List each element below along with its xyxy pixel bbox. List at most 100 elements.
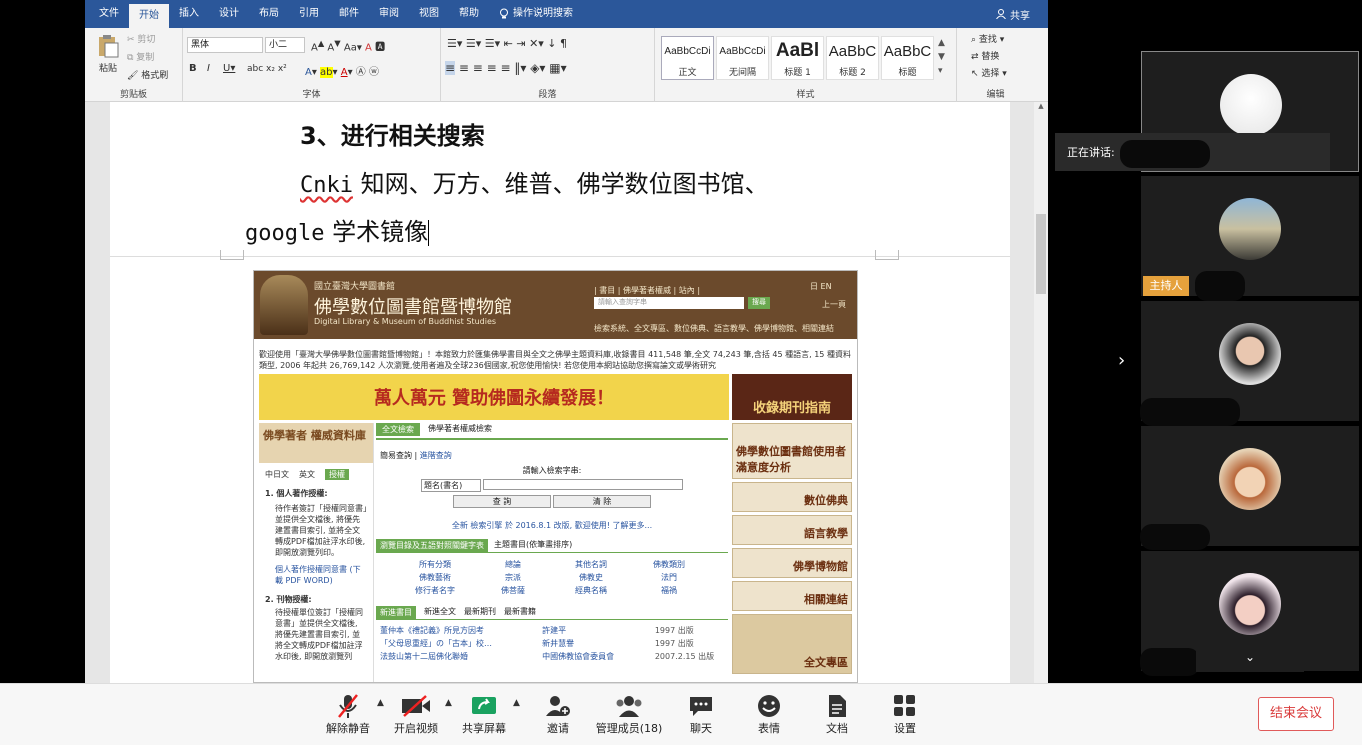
tab-insert[interactable]: 插入: [169, 0, 209, 28]
site-prev[interactable]: 上一頁: [822, 299, 846, 310]
site-top-links[interactable]: | 書目 | 佛學著者權威 | 站內 |: [594, 285, 700, 296]
style-normal[interactable]: AaBbCcDi 正文: [661, 36, 714, 80]
mid-tab-newbook[interactable]: 最新書籍: [504, 606, 536, 619]
table-row[interactable]: 「父母恩重經」の「古本」校… 新井慧譽 1997 出版: [380, 637, 724, 650]
right-box-museum[interactable]: 佛學博物館: [732, 548, 852, 578]
list-buttons[interactable]: ☰▾ ☰▾ ☰▾ ⇤ ⇥ ✕▾ ↓ ¶: [447, 37, 567, 50]
tab-help[interactable]: 帮助: [449, 0, 489, 28]
tab-view[interactable]: 视图: [409, 0, 449, 28]
font-name-select[interactable]: 黑体: [187, 37, 263, 53]
category-link[interactable]: 總論: [474, 559, 552, 570]
mid-field-select[interactable]: 題名(書名): [421, 479, 481, 492]
site-lang[interactable]: 日 EN: [810, 281, 832, 292]
category-link[interactable]: 所有分類: [396, 559, 474, 570]
style-title[interactable]: AaBbC 标题: [881, 36, 934, 80]
end-meeting-button[interactable]: 结束会议: [1258, 697, 1334, 731]
mid-tab-newfull[interactable]: 新進全文: [424, 606, 456, 619]
collapse-panel-button[interactable]: ›: [1118, 350, 1125, 371]
text-effects-button[interactable]: A▾ ab▾ A▾ Ⓐ ⓦ: [305, 63, 379, 78]
category-link[interactable]: 宗派: [474, 572, 552, 583]
styles-scroll[interactable]: ▲ ▼ ▾: [938, 36, 945, 78]
lang-en[interactable]: EN: [821, 282, 832, 291]
style-heading2[interactable]: AaBbC 标题 2: [826, 36, 879, 80]
replace-button[interactable]: ⇄ 替换: [971, 49, 999, 62]
mid-query-input[interactable]: [483, 479, 683, 490]
share-options-caret[interactable]: ▲: [513, 698, 520, 708]
mid-tab-subject[interactable]: 主題書目(依筆畫排序): [494, 539, 572, 552]
align-buttons[interactable]: ≡ ≡ ≡ ≡ ≡ ‖▾ ◈▾ ▦▾: [445, 61, 567, 75]
style-no-spacing[interactable]: AaBbCcDi 无间隔: [716, 36, 769, 80]
invite-button[interactable]: 邀请: [523, 692, 593, 736]
category-link[interactable]: 其他名詞: [552, 559, 630, 570]
italic-button[interactable]: I: [207, 63, 210, 74]
category-link[interactable]: 修行者名字: [396, 585, 474, 596]
tab-mailings[interactable]: 邮件: [329, 0, 369, 28]
lang-jp[interactable]: 日: [810, 282, 818, 291]
tab-home[interactable]: 开始: [129, 4, 169, 28]
unmute-button[interactable]: 解除静音: [313, 692, 383, 736]
find-button[interactable]: ⌕ 查找 ▾: [971, 32, 1004, 45]
mid-tab-browse[interactable]: 瀏覽目錄及五語對照關鍵字表: [376, 539, 488, 552]
cut-button[interactable]: ✂ 剪切: [127, 32, 155, 45]
tab-review[interactable]: 审阅: [369, 0, 409, 28]
scroll-up-arrow-icon[interactable]: ▲: [1034, 102, 1048, 110]
site-search-button[interactable]: 搜尋: [748, 297, 770, 309]
right-box-links[interactable]: 相關連結: [732, 581, 852, 611]
site-banner-right[interactable]: 收錄期刊指南: [732, 374, 852, 420]
site-nav[interactable]: 檢索系統、全文專區、數位佛典、語言教學、佛學博物館、相關連結: [594, 323, 834, 334]
scrollbar-thumb[interactable]: [1036, 214, 1046, 294]
right-box-fulltext[interactable]: 全文專區: [732, 614, 852, 674]
reactions-button[interactable]: 表情: [734, 692, 804, 736]
manage-participants-button[interactable]: 管理成员(18): [588, 692, 670, 736]
tab-design[interactable]: 设计: [209, 0, 249, 28]
style-heading1[interactable]: AaBl 标题 1: [771, 36, 824, 80]
category-link[interactable]: 福禍: [630, 585, 708, 596]
strikethrough-button[interactable]: abc x₂ x²: [247, 64, 287, 74]
bold-button[interactable]: B: [189, 63, 197, 74]
left-link[interactable]: 個人著作授權同意書 (下載 PDF WORD): [259, 558, 373, 586]
mid-new-engine[interactable]: 全新 檢索引擎 於 2016.8.1 改版, 歡迎使用! 了解更多...: [376, 508, 728, 531]
mid-simple[interactable]: 簡易查詢: [380, 451, 412, 460]
category-link[interactable]: 佛菩薩: [474, 585, 552, 596]
mid-clear-button[interactable]: 清 除: [553, 495, 651, 508]
select-button[interactable]: ↖ 选择 ▾: [971, 66, 1007, 79]
embedded-website-image[interactable]: 國立臺灣大學圖書館 佛學數位圖書館暨博物館 Digital Library & …: [253, 270, 858, 683]
document-button[interactable]: 文档: [802, 692, 872, 736]
settings-button[interactable]: 设置: [870, 692, 940, 736]
underline-button[interactable]: U▾: [223, 63, 235, 74]
tell-me-search[interactable]: 操作说明搜索: [489, 0, 583, 28]
format-painter-button[interactable]: 🖌 格式刷: [127, 68, 168, 81]
mid-search-button[interactable]: 查 詢: [453, 495, 551, 508]
left-tab-cjk[interactable]: 中日文: [265, 469, 289, 480]
chat-button[interactable]: 聊天: [666, 692, 736, 736]
table-row[interactable]: 董仲本《禮記義》所見方因考 許建平 1997 出版: [380, 624, 724, 637]
category-link[interactable]: 法門: [630, 572, 708, 583]
share-screen-button[interactable]: 共享屏幕: [449, 692, 519, 736]
mid-advanced[interactable]: 進階查詢: [420, 451, 452, 460]
tab-file[interactable]: 文件: [89, 0, 129, 28]
mid-tab-fulltext[interactable]: 全文檢索: [376, 423, 420, 436]
scroll-down-button[interactable]: ⌄: [1196, 642, 1304, 672]
right-box-canon[interactable]: 數位佛典: [732, 482, 852, 512]
vertical-scrollbar[interactable]: ▲: [1034, 102, 1048, 683]
mid-tab-author[interactable]: 佛學著者權威檢索: [428, 423, 492, 436]
mid-tab-newbib[interactable]: 新進書目: [376, 606, 416, 619]
right-box-survey[interactable]: 佛學數位圖書館使用者滿意度分析: [732, 423, 852, 479]
category-link[interactable]: 佛教藝術: [396, 572, 474, 583]
right-box-language[interactable]: 語言教學: [732, 515, 852, 545]
copy-button[interactable]: ⧉ 复制: [127, 50, 154, 63]
mid-tab-newjournal[interactable]: 最新期刊: [464, 606, 496, 619]
category-link[interactable]: 佛教史: [552, 572, 630, 583]
site-banner[interactable]: 萬人萬元 贊助佛圖永續發展！: [259, 374, 729, 420]
tab-layout[interactable]: 布局: [249, 0, 289, 28]
site-search-input[interactable]: 請輸入查詢字串: [594, 297, 744, 309]
category-link[interactable]: 佛教類別: [630, 559, 708, 570]
start-video-button[interactable]: 开启视频: [381, 692, 451, 736]
font-grow-button[interactable]: A▲ A▼ Aa▾ A 🅰: [311, 38, 385, 53]
paste-button[interactable]: 粘贴: [95, 34, 121, 74]
left-tab-auth[interactable]: 授權: [325, 469, 349, 480]
document-page[interactable]: 3、进行相关搜索 Cnki 知网、万方、维普、佛学数位图书馆、 google 学…: [110, 102, 1010, 683]
category-link[interactable]: 經典名稱: [552, 585, 630, 596]
tab-references[interactable]: 引用: [289, 0, 329, 28]
left-tab-en[interactable]: 英文: [299, 469, 315, 480]
